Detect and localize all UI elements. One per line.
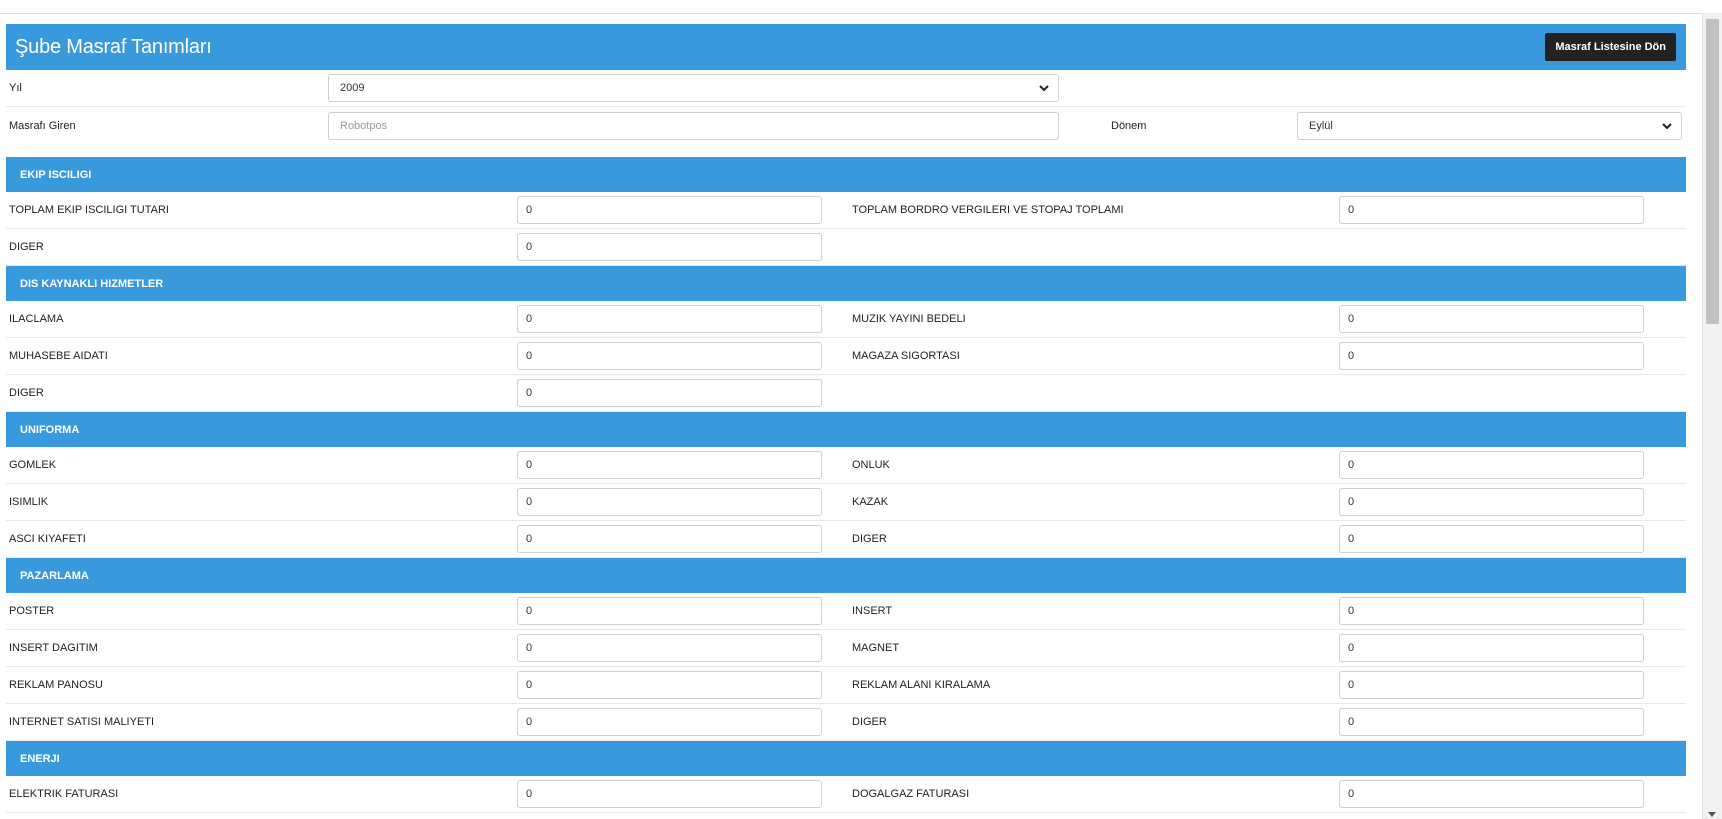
section-header: UNIFORMA (6, 412, 1686, 447)
expense-label: ISIMLIK (9, 496, 49, 508)
entered-by-label: Masrafı Giren (9, 120, 76, 132)
form-row: DIGER 0 (6, 375, 1686, 412)
expense-label: ILACLAMA (9, 313, 64, 325)
expense-amount-input[interactable]: 0 (517, 597, 822, 625)
expense-label: KAZAK (852, 496, 889, 508)
period-select-value: Eylül (1309, 120, 1333, 132)
expense-amount-input[interactable]: 0 (517, 525, 822, 553)
form-row: INSERT DAGITIM 0 MAGNET 0 (6, 630, 1686, 667)
expense-amount-input[interactable]: 0 (517, 780, 822, 808)
form-row: ELEKTRIK FATURASI 0 DOGALGAZ FATURASI 0 (6, 776, 1686, 813)
expense-amount-input[interactable]: 0 (1339, 671, 1644, 699)
expense-label: MUHASEBE AIDATI (9, 350, 108, 362)
expense-label: GOMLEK (9, 459, 57, 471)
form-row: MUHASEBE AIDATI 0 MAGAZA SIGORTASI 0 (6, 338, 1686, 375)
expense-amount-input[interactable]: 0 (517, 342, 822, 370)
expense-amount-input[interactable]: 0 (1339, 780, 1644, 808)
section-header: EKIP ISCILIGI (6, 157, 1686, 192)
expense-label: DOGALGAZ FATURASI (852, 788, 970, 800)
expense-amount-input[interactable]: 0 (1339, 342, 1644, 370)
expense-amount-input[interactable]: 0 (517, 305, 822, 333)
expense-amount-input[interactable]: 0 (1339, 634, 1644, 662)
expense-label: DIGER (852, 716, 887, 728)
form-row: DIGER 0 (6, 229, 1686, 266)
chevron-down-icon (1662, 123, 1672, 130)
year-select-value: 2009 (340, 82, 365, 94)
form-row: POSTER 0 INSERT 0 (6, 593, 1686, 630)
scroll-down-arrow-icon[interactable] (1708, 812, 1716, 817)
expense-amount-input[interactable]: 0 (1339, 305, 1644, 333)
expense-amount-input[interactable]: 0 (1339, 488, 1644, 516)
section-header: PAZARLAMA (6, 558, 1686, 593)
expense-amount-input[interactable]: 0 (517, 671, 822, 699)
entered-by-row: Masrafı Giren Robotpos Dönem Eylül (6, 107, 1686, 145)
chevron-down-icon (1039, 85, 1049, 92)
page-header: Şube Masraf Tanımları Masraf Listesine D… (6, 24, 1686, 70)
vertical-scrollbar[interactable] (1702, 13, 1722, 819)
expense-label: MAGNET (852, 642, 900, 654)
expense-amount-input[interactable]: 0 (517, 708, 822, 736)
expense-label: INSERT DAGITIM (9, 642, 98, 654)
expense-label: TOPLAM BORDRO VERGILERI VE STOPAJ TOPLAM… (852, 204, 1124, 216)
form-row: TOPLAM EKIP ISCILIGI TUTARI 0 TOPLAM BORDR… (6, 192, 1686, 229)
back-to-expense-list-button[interactable]: Masraf Listesine Dön (1545, 33, 1676, 61)
expense-amount-input[interactable]: 0 (517, 196, 822, 224)
expense-label: ELEKTRIK FATURASI (9, 788, 119, 800)
browser-top-line (0, 0, 1703, 14)
expense-label: DIGER (9, 387, 44, 399)
expense-label: REKLAM ALANI KIRALAMA (852, 679, 991, 691)
expense-label: INTERNET SATISI MALIYETI (9, 716, 155, 728)
section-header: ENERJI (6, 741, 1686, 776)
year-row: Yıl 2009 (6, 70, 1686, 107)
page-title: Şube Masraf Tanımları (15, 35, 212, 58)
expense-label: MUZIK YAYINI BEDELI (852, 313, 966, 325)
expense-amount-input[interactable]: 0 (1339, 525, 1644, 553)
expense-amount-input[interactable]: 0 (1339, 708, 1644, 736)
form-row: REKLAM PANOSU 0 REKLAM ALANI KIRALAMA 0 (6, 667, 1686, 704)
year-select[interactable]: 2009 (328, 74, 1059, 102)
entered-by-input[interactable]: Robotpos (328, 112, 1059, 140)
period-label: Dönem (1111, 120, 1147, 132)
expense-amount-input[interactable]: 0 (517, 488, 822, 516)
expense-label: INSERT (852, 605, 893, 617)
expense-label: TOPLAM EKIP ISCILIGI TUTARI (9, 204, 169, 216)
expense-label: ASCI KIYAFETI (9, 533, 86, 545)
expense-label: MAGAZA SIGORTASI (852, 350, 960, 362)
form-row: GOMLEK 0 ONLUK 0 (6, 447, 1686, 484)
expense-amount-input[interactable]: 0 (517, 634, 822, 662)
form-row: ASCI KIYAFETI 0 DIGER 0 (6, 521, 1686, 558)
expense-amount-input[interactable]: 0 (1339, 196, 1644, 224)
period-select[interactable]: Eylül (1297, 112, 1682, 140)
expense-definition-page: Şube Masraf Tanımları Masraf Listesine D… (6, 24, 1686, 819)
section-header: DIS KAYNAKLI HIZMETLER (6, 266, 1686, 301)
expense-amount-input[interactable]: 0 (517, 233, 822, 261)
expense-label: REKLAM PANOSU (9, 679, 103, 691)
expense-amount-input[interactable]: 0 (517, 379, 822, 407)
expense-amount-input[interactable]: 0 (1339, 597, 1644, 625)
expense-sections: EKIP ISCILIGI TOPLAM EKIP ISCILIGI TUTARI… (6, 157, 1686, 813)
expense-label: ONLUK (852, 459, 890, 471)
expense-amount-input[interactable]: 0 (517, 451, 822, 479)
form-row: ISIMLIK 0 KAZAK 0 (6, 484, 1686, 521)
scrollbar-thumb[interactable] (1706, 19, 1719, 324)
form-row: INTERNET SATISI MALIYETI 0 DIGER 0 (6, 704, 1686, 741)
form-row: ILACLAMA 0 MUZIK YAYINI BEDELI 0 (6, 301, 1686, 338)
expense-amount-input[interactable]: 0 (1339, 451, 1644, 479)
expense-label: DIGER (852, 533, 887, 545)
year-label: Yıl (9, 82, 22, 94)
expense-label: POSTER (9, 605, 55, 617)
expense-label: DIGER (9, 241, 44, 253)
